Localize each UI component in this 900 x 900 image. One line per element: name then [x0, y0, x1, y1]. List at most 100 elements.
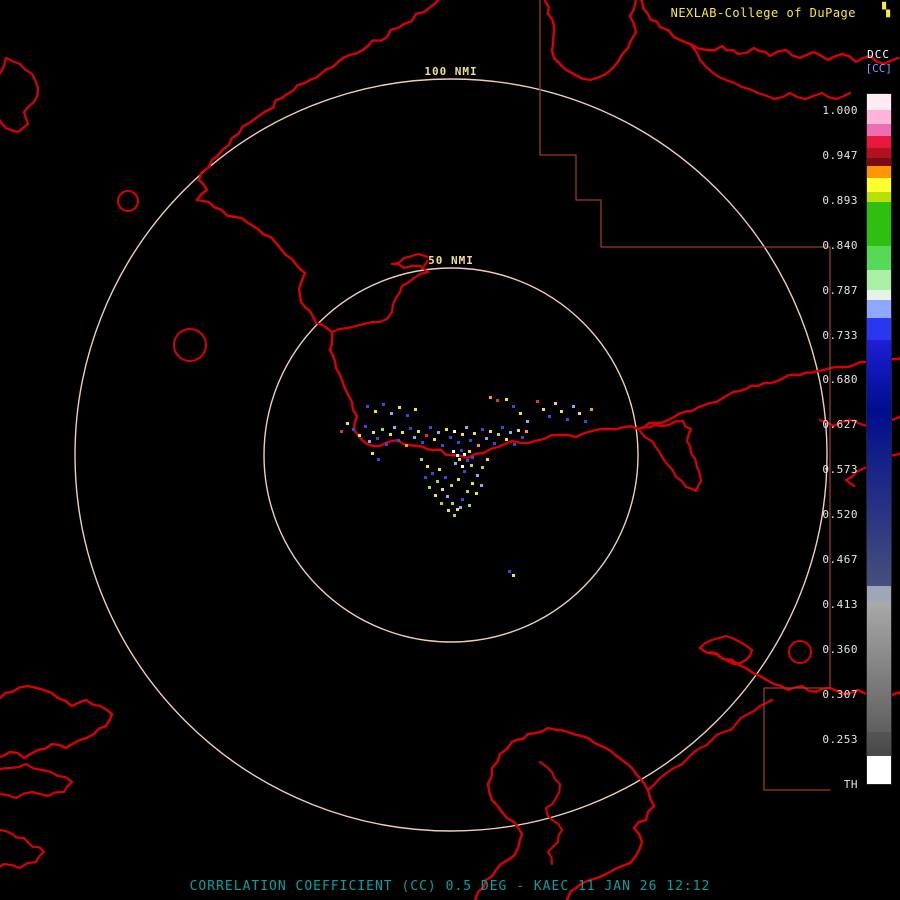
radar-echo [471, 482, 474, 485]
colorbar-segment [867, 148, 891, 158]
radar-echo [401, 431, 404, 434]
radar-echo [475, 492, 478, 495]
radar-echo [446, 495, 449, 498]
radar-echo [505, 398, 508, 401]
colorbar-segment [867, 202, 891, 246]
radar-echo [480, 484, 483, 487]
radar-echo [429, 426, 432, 429]
radar-echo [431, 472, 434, 475]
radar-display: NEXLAB-College of DuPage ▚ DCC [CC] 1.00… [0, 0, 900, 900]
radar-echo [457, 441, 460, 444]
radar-echo [376, 437, 379, 440]
radar-echo [417, 430, 420, 433]
colorbar-segment [867, 246, 891, 270]
radar-echo [519, 412, 522, 415]
radar-echo [468, 504, 471, 507]
radar-echo [525, 430, 528, 433]
radar-echo [554, 402, 557, 405]
radar-echo [566, 418, 569, 421]
radar-echo [372, 431, 375, 434]
radar-echo [352, 428, 355, 431]
radar-echo [454, 462, 457, 465]
radar-echo [436, 480, 439, 483]
radar-echo [461, 465, 464, 468]
radar-echo [450, 484, 453, 487]
radar-echo [470, 464, 473, 467]
radar-echo [578, 412, 581, 415]
radar-echo [420, 458, 423, 461]
radar-echo [471, 456, 474, 459]
radar-echo [434, 494, 437, 497]
radar-echo [461, 433, 464, 436]
radar-echo [459, 506, 462, 509]
colorbar-segment [867, 158, 891, 166]
radar-echo [406, 414, 409, 417]
colorbar-segment [867, 110, 891, 124]
radar-echo [366, 405, 369, 408]
cod-logo-icon: ▚ [882, 3, 890, 18]
radar-echo [445, 428, 448, 431]
radar-echo [512, 405, 515, 408]
radar-echo [371, 452, 374, 455]
colorbar-segment [867, 124, 891, 136]
radar-echo [374, 410, 377, 413]
radar-echo [548, 415, 551, 418]
radar-echo [452, 450, 455, 453]
colorbar-segment [867, 166, 891, 178]
radar-echo [381, 428, 384, 431]
colorbar-segment [867, 300, 891, 318]
radar-echo [433, 438, 436, 441]
radar-echo [517, 429, 520, 432]
radar-echo [460, 449, 463, 452]
header-title: NEXLAB-College of DuPage [670, 6, 856, 20]
radar-echo [457, 478, 460, 481]
radar-echo [485, 437, 488, 440]
radar-echo [461, 498, 464, 501]
radar-echo [526, 420, 529, 423]
radar-echo [438, 468, 441, 471]
radar-echo [421, 441, 424, 444]
colorbar-segment [867, 290, 891, 300]
radar-echo [456, 454, 459, 457]
ring-label-50nmi: 50 NMI [428, 254, 474, 267]
radar-echo [428, 486, 431, 489]
colorbar-segment [867, 94, 891, 110]
radar-echo [426, 465, 429, 468]
radar-echo [572, 405, 575, 408]
radar-echo [476, 474, 479, 477]
radar-echo [508, 570, 511, 573]
radar-echo [513, 443, 516, 446]
radar-echo [466, 459, 469, 462]
bottom-caption: CORRELATION COEFFICIENT (CC) 0.5 DEG - K… [189, 879, 711, 894]
radar-echo [424, 476, 427, 479]
radar-echo [440, 502, 443, 505]
radar-echo [451, 502, 454, 505]
radar-echo [521, 436, 524, 439]
radar-echo [496, 399, 499, 402]
radar-echo [590, 408, 593, 411]
radar-echo [536, 400, 539, 403]
radar-echo [382, 403, 385, 406]
radar-echo [441, 488, 444, 491]
radar-echo [409, 427, 412, 430]
radar-echo [481, 466, 484, 469]
radar-echo [414, 408, 417, 411]
radar-echo [505, 438, 508, 441]
radar-echo [441, 444, 444, 447]
echo-layer [0, 0, 900, 900]
radar-echo [346, 422, 349, 425]
radar-echo [473, 432, 476, 435]
radar-echo [405, 444, 408, 447]
radar-echo [469, 439, 472, 442]
radar-echo [466, 490, 469, 493]
radar-echo [463, 470, 466, 473]
radar-echo [385, 443, 388, 446]
colorbar-segment [867, 340, 891, 410]
radar-echo [493, 442, 496, 445]
radar-echo [453, 430, 456, 433]
radar-echo [389, 433, 392, 436]
radar-echo [458, 458, 461, 461]
radar-echo [489, 430, 492, 433]
radar-echo [398, 406, 401, 409]
ring-label-100nmi: 100 NMI [424, 65, 478, 78]
